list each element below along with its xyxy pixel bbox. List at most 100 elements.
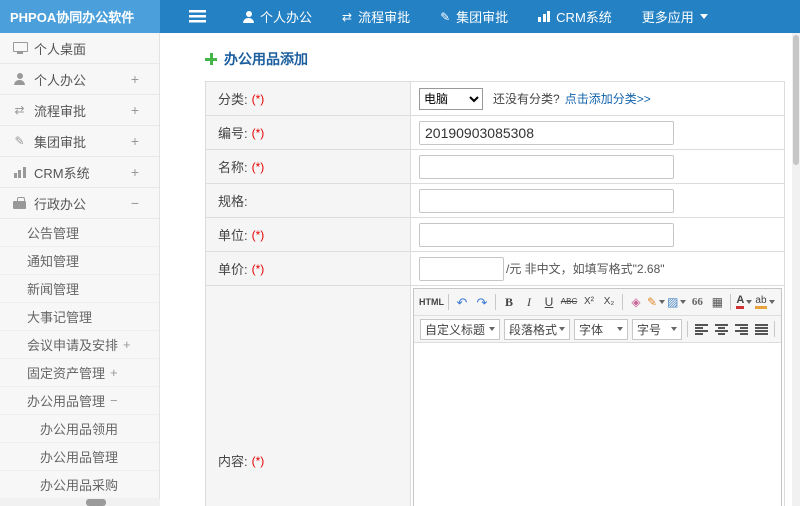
caret-down-icon bbox=[671, 327, 677, 331]
code-block-button[interactable]: ▦ bbox=[708, 292, 726, 312]
sidebar-hscrollbar[interactable] bbox=[0, 499, 160, 506]
code-input[interactable] bbox=[419, 120, 674, 145]
unordered-list-button[interactable] bbox=[779, 319, 781, 339]
sidebar-item-memorabilia-mgmt[interactable]: 大事记管理 bbox=[0, 303, 159, 331]
name-input[interactable] bbox=[419, 154, 674, 179]
category-select[interactable]: 电脑 bbox=[419, 87, 483, 110]
page-title-text: 办公用品添加 bbox=[224, 51, 308, 67]
sidebar-item-notice-mgmt[interactable]: 通知管理 bbox=[0, 247, 159, 275]
expand-toggle: + bbox=[130, 133, 139, 149]
sidebar-item-label: 个人桌面 bbox=[34, 41, 87, 57]
remove-format-button[interactable]: ◈ bbox=[627, 292, 645, 312]
spec-input[interactable] bbox=[419, 188, 674, 213]
align-center-button[interactable] bbox=[712, 319, 730, 339]
nav-crm-system[interactable]: CRM系统 bbox=[523, 0, 627, 33]
sidebar-item-announcement-mgmt[interactable]: 公告管理 bbox=[0, 219, 159, 247]
sidebar-item-news-mgmt[interactable]: 新闻管理 bbox=[0, 275, 159, 303]
redo-button[interactable]: ↷ bbox=[473, 292, 491, 312]
sidebar-item-label: 公告管理 bbox=[27, 226, 80, 241]
superscript-button[interactable]: X² bbox=[580, 292, 598, 312]
caret-down-icon bbox=[489, 327, 495, 331]
caret-down-icon bbox=[680, 300, 687, 304]
toolbar-separator bbox=[495, 294, 496, 310]
sidebar-item-supplies-purchase[interactable]: 办公用品采购 bbox=[0, 471, 159, 499]
main-content: 办公用品添加 分类: (*) 电脑 还没有分类? 点击添加分类>> 编号: (*… bbox=[161, 33, 792, 506]
format-painter-button[interactable]: ✎ bbox=[647, 292, 666, 312]
sidebar-item-process-approval[interactable]: ⇄ 流程审批 + bbox=[0, 95, 159, 126]
nav-label: 个人办公 bbox=[260, 10, 313, 25]
top-navbar: PHPOA协同办公软件 个人办公 ⇄ 流程审批 ✎ 集团审批 CRM系统 更多应… bbox=[0, 0, 800, 33]
align-justify-icon bbox=[754, 323, 768, 335]
form-row-category: 分类: (*) 电脑 还没有分类? 点击添加分类>> bbox=[206, 82, 784, 116]
subscript-button[interactable]: X₂ bbox=[600, 292, 618, 312]
sidebar-item-label: 新闻管理 bbox=[27, 282, 80, 297]
undo-button[interactable]: ↶ bbox=[453, 292, 471, 312]
collapse-toggle: − bbox=[130, 195, 139, 211]
app-logo: PHPOA协同办公软件 bbox=[0, 0, 160, 33]
italic-button[interactable]: I bbox=[520, 292, 538, 312]
nav-menu: 个人办公 ⇄ 流程审批 ✎ 集团审批 CRM系统 更多应用 bbox=[228, 0, 723, 33]
fill-color-button[interactable]: ▨ bbox=[667, 292, 687, 312]
price-label: 单价: bbox=[218, 262, 248, 277]
person-icon bbox=[243, 10, 254, 23]
sidebar-item-meeting-request[interactable]: 会议申请及安排 + bbox=[0, 331, 159, 359]
caret-down-icon bbox=[617, 327, 623, 331]
custom-title-select[interactable]: 自定义标题 bbox=[420, 318, 500, 340]
font-size-select[interactable]: 字号 bbox=[632, 318, 682, 340]
add-plus-icon bbox=[205, 53, 217, 65]
flow-icon: ⇄ bbox=[14, 103, 25, 117]
sidebar-item-personal-desktop[interactable]: 个人桌面 bbox=[0, 33, 159, 64]
required-mark: (*) bbox=[251, 159, 265, 174]
nav-label: 集团审批 bbox=[456, 10, 509, 25]
flow-icon: ⇄ bbox=[342, 9, 353, 24]
nav-label: 流程审批 bbox=[358, 10, 411, 25]
sidebar-item-fixed-assets-mgmt[interactable]: 固定资产管理 + bbox=[0, 359, 159, 387]
chart-icon bbox=[13, 166, 26, 178]
page-vscrollbar-thumb[interactable] bbox=[793, 35, 799, 165]
nav-process-approval[interactable]: ⇄ 流程审批 bbox=[327, 0, 425, 33]
nav-more-apps[interactable]: 更多应用 bbox=[627, 0, 723, 33]
editor-content-area[interactable] bbox=[414, 343, 781, 506]
sidebar: 个人桌面 个人办公 + ⇄ 流程审批 + ✎ 集团审批 + CRM系统 + 行政… bbox=[0, 33, 160, 506]
toolbar-separator bbox=[774, 321, 775, 337]
align-right-button[interactable] bbox=[732, 319, 750, 339]
align-left-button[interactable] bbox=[692, 319, 710, 339]
blockquote-button[interactable]: 66 bbox=[688, 292, 706, 312]
sidebar-item-supplies-manage[interactable]: 办公用品管理 bbox=[0, 443, 159, 471]
sidebar-item-personal-office[interactable]: 个人办公 + bbox=[0, 64, 159, 95]
sidebar-item-crm-system[interactable]: CRM系统 + bbox=[0, 157, 159, 188]
align-justify-button[interactable] bbox=[752, 319, 770, 339]
form-row-content: 内容: (*) HTML ↶ ↷ B I U ABC X² X₂ ◈ ✎ ▨ 6… bbox=[206, 286, 784, 506]
sidebar-item-admin-office[interactable]: 行政办公 − bbox=[0, 188, 159, 219]
page-vscrollbar[interactable] bbox=[792, 33, 800, 506]
menu-toggle-button[interactable] bbox=[174, 0, 220, 33]
required-mark: (*) bbox=[251, 227, 265, 242]
sidebar-item-office-supplies-mgmt[interactable]: 办公用品管理 − bbox=[0, 387, 159, 415]
caret-down-icon bbox=[768, 300, 775, 304]
nav-group-approval[interactable]: ✎ 集团审批 bbox=[425, 0, 523, 33]
underline-button[interactable]: U bbox=[540, 292, 558, 312]
align-center-icon bbox=[714, 323, 728, 335]
highlight-color-button[interactable]: ab bbox=[755, 292, 775, 312]
add-category-link[interactable]: 点击添加分类>> bbox=[565, 90, 651, 107]
sidebar-item-label: 会议申请及安排 bbox=[27, 338, 119, 353]
sidebar-item-label: 流程审批 bbox=[34, 103, 87, 119]
sidebar-item-label: 办公用品管理 bbox=[40, 450, 119, 465]
unit-input[interactable] bbox=[419, 222, 674, 247]
toolbar-separator bbox=[622, 294, 623, 310]
nav-label: 更多应用 bbox=[641, 10, 694, 25]
font-color-button[interactable]: A bbox=[735, 292, 753, 312]
bold-button[interactable]: B bbox=[500, 292, 518, 312]
editor-toolbar-row2: 自定义标题 段落格式 字体 字号 bbox=[414, 316, 781, 343]
office-supply-form: 分类: (*) 电脑 还没有分类? 点击添加分类>> 编号: (*) 名称 bbox=[205, 81, 785, 506]
nav-personal-office[interactable]: 个人办公 bbox=[228, 0, 327, 33]
html-source-button[interactable]: HTML bbox=[419, 292, 444, 312]
sidebar-item-supplies-claim[interactable]: 办公用品领用 bbox=[0, 415, 159, 443]
price-input[interactable] bbox=[419, 256, 504, 281]
sidebar-item-group-approval[interactable]: ✎ 集团审批 + bbox=[0, 126, 159, 157]
strikethrough-button[interactable]: ABC bbox=[560, 292, 578, 312]
font-family-select[interactable]: 字体 bbox=[574, 318, 628, 340]
sidebar-hscrollbar-thumb[interactable] bbox=[86, 499, 106, 506]
required-mark: (*) bbox=[251, 125, 265, 140]
paragraph-format-select[interactable]: 段落格式 bbox=[504, 318, 570, 340]
